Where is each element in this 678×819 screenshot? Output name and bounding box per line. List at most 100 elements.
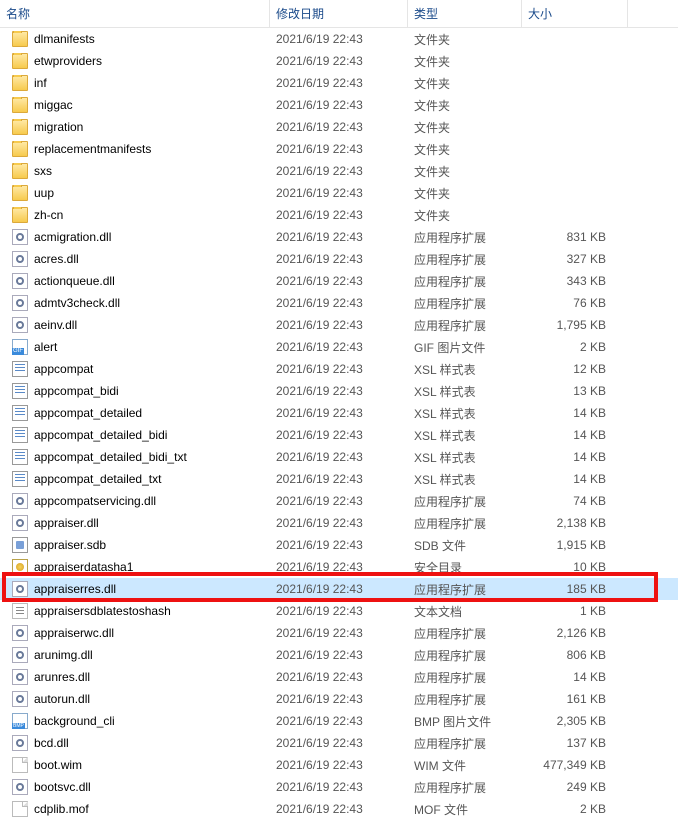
file-date: 2021/6/19 22:43 <box>270 54 408 68</box>
file-row[interactable]: appcompat_detailed2021/6/19 22:43XSL 样式表… <box>0 402 678 424</box>
file-row[interactable]: migration2021/6/19 22:43文件夹 <box>0 116 678 138</box>
file-row[interactable]: replacementmanifests2021/6/19 22:43文件夹 <box>0 138 678 160</box>
sdb-icon <box>12 537 28 553</box>
file-name: appcompat_detailed_bidi <box>34 428 167 442</box>
file-row[interactable]: miggac2021/6/19 22:43文件夹 <box>0 94 678 116</box>
file-type: 应用程序扩展 <box>408 691 522 708</box>
file-size: 806 KB <box>522 648 628 662</box>
folder-icon <box>12 75 28 91</box>
file-row[interactable]: actionqueue.dll2021/6/19 22:43应用程序扩展343 … <box>0 270 678 292</box>
file-type: 文件夹 <box>408 97 522 114</box>
file-type: 应用程序扩展 <box>408 735 522 752</box>
file-row[interactable]: uup2021/6/19 22:43文件夹 <box>0 182 678 204</box>
file-row[interactable]: appcompat_detailed_bidi2021/6/19 22:43XS… <box>0 424 678 446</box>
file-row[interactable]: appcompat2021/6/19 22:43XSL 样式表12 KB <box>0 358 678 380</box>
file-row[interactable]: acmigration.dll2021/6/19 22:43应用程序扩展831 … <box>0 226 678 248</box>
column-header-type[interactable]: 类型 <box>408 0 522 27</box>
file-name: appcompat_detailed_bidi_txt <box>34 450 187 464</box>
dll-icon <box>12 691 28 707</box>
file-row[interactable]: alert2021/6/19 22:43GIF 图片文件2 KB <box>0 336 678 358</box>
file-type: XSL 样式表 <box>408 361 522 378</box>
column-header-size[interactable]: 大小 <box>522 0 628 27</box>
file-date: 2021/6/19 22:43 <box>270 670 408 684</box>
file-row[interactable]: sxs2021/6/19 22:43文件夹 <box>0 160 678 182</box>
file-size: 13 KB <box>522 384 628 398</box>
file-size: 185 KB <box>522 582 628 596</box>
file-type: 文件夹 <box>408 141 522 158</box>
file-row[interactable]: appraiser.dll2021/6/19 22:43应用程序扩展2,138 … <box>0 512 678 534</box>
file-name: appraiserwc.dll <box>34 626 114 640</box>
file-name: acmigration.dll <box>34 230 111 244</box>
xsl-icon <box>12 361 28 377</box>
file-row[interactable]: admtv3check.dll2021/6/19 22:43应用程序扩展76 K… <box>0 292 678 314</box>
file-date: 2021/6/19 22:43 <box>270 450 408 464</box>
file-row[interactable]: appraiserres.dll2021/6/19 22:43应用程序扩展185… <box>0 578 678 600</box>
file-name: appcompat <box>34 362 93 376</box>
folder-icon <box>12 119 28 135</box>
file-type: 文件夹 <box>408 163 522 180</box>
file-row[interactable]: appcompat_bidi2021/6/19 22:43XSL 样式表13 K… <box>0 380 678 402</box>
file-date: 2021/6/19 22:43 <box>270 472 408 486</box>
file-name: appraiser.dll <box>34 516 99 530</box>
file-type: WIM 文件 <box>408 757 522 774</box>
file-row[interactable]: dlmanifests2021/6/19 22:43文件夹 <box>0 28 678 50</box>
file-type: 应用程序扩展 <box>408 493 522 510</box>
file-type: MOF 文件 <box>408 801 522 818</box>
file-row[interactable]: bcd.dll2021/6/19 22:43应用程序扩展137 KB <box>0 732 678 754</box>
dll-icon <box>12 493 28 509</box>
file-type: GIF 图片文件 <box>408 339 522 356</box>
file-row[interactable]: autorun.dll2021/6/19 22:43应用程序扩展161 KB <box>0 688 678 710</box>
file-row[interactable]: cdplib.mof2021/6/19 22:43MOF 文件2 KB <box>0 798 678 819</box>
file-row[interactable]: appcompatservicing.dll 2021/6/19 22:43应用程… <box>0 490 678 512</box>
file-row[interactable]: appraisersdblatestoshash2021/6/19 22:43文… <box>0 600 678 622</box>
file-size: 76 KB <box>522 296 628 310</box>
xsl-icon <box>12 471 28 487</box>
file-row[interactable]: boot.wim2021/6/19 22:43WIM 文件477,349 KB <box>0 754 678 776</box>
file-type: 应用程序扩展 <box>408 669 522 686</box>
file-row[interactable]: appraiserdatasha12021/6/19 22:43安全目录10 K… <box>0 556 678 578</box>
dll-icon <box>12 779 28 795</box>
file-date: 2021/6/19 22:43 <box>270 714 408 728</box>
file-date: 2021/6/19 22:43 <box>270 252 408 266</box>
file-row[interactable]: arunimg.dll2021/6/19 22:43应用程序扩展806 KB <box>0 644 678 666</box>
file-name: bcd.dll <box>34 736 69 750</box>
file-name: appcompatservicing.dll <box>34 494 156 508</box>
file-row[interactable]: zh-cn2021/6/19 22:43文件夹 <box>0 204 678 226</box>
file-row[interactable]: appraiser.sdb2021/6/19 22:43SDB 文件1,915 … <box>0 534 678 556</box>
file-row[interactable]: aeinv.dll2021/6/19 22:43应用程序扩展1,795 KB <box>0 314 678 336</box>
file-size: 14 KB <box>522 450 628 464</box>
file-name: zh-cn <box>34 208 63 222</box>
file-row[interactable]: appraiserwc.dll2021/6/19 22:43应用程序扩展2,12… <box>0 622 678 644</box>
file-row[interactable]: background_cli2021/6/19 22:43BMP 图片文件2,3… <box>0 710 678 732</box>
file-name: appraiserdatasha1 <box>34 560 133 574</box>
file-date: 2021/6/19 22:43 <box>270 362 408 376</box>
folder-icon <box>12 163 28 179</box>
file-type: BMP 图片文件 <box>408 713 522 730</box>
file-size: 14 KB <box>522 472 628 486</box>
file-type: 文件夹 <box>408 119 522 136</box>
file-row[interactable]: bootsvc.dll2021/6/19 22:43应用程序扩展249 KB <box>0 776 678 798</box>
file-date: 2021/6/19 22:43 <box>270 494 408 508</box>
column-header-name[interactable]: 名称 <box>0 0 270 27</box>
file-row[interactable]: appcompat_detailed_bidi_txt 2021/6/19 22:… <box>0 446 678 468</box>
file-explorer-details-view: 名称 修改日期 类型 大小 dlmanifests2021/6/19 22:43… <box>0 0 678 819</box>
file-row[interactable]: etwproviders2021/6/19 22:43文件夹 <box>0 50 678 72</box>
file-size: 1,795 KB <box>522 318 628 332</box>
file-row[interactable]: acres.dll2021/6/19 22:43应用程序扩展327 KB <box>0 248 678 270</box>
file-name: arunres.dll <box>34 670 90 684</box>
file-date: 2021/6/19 22:43 <box>270 626 408 640</box>
dll-icon <box>12 647 28 663</box>
column-header-date[interactable]: 修改日期 <box>270 0 408 27</box>
file-type: 应用程序扩展 <box>408 515 522 532</box>
file-row[interactable]: appcompat_detailed_txt2021/6/19 22:43XSL… <box>0 468 678 490</box>
folder-icon <box>12 141 28 157</box>
file-type: 应用程序扩展 <box>408 581 522 598</box>
file-date: 2021/6/19 22:43 <box>270 296 408 310</box>
dll-icon <box>12 295 28 311</box>
file-row[interactable]: inf2021/6/19 22:43文件夹 <box>0 72 678 94</box>
file-date: 2021/6/19 22:43 <box>270 164 408 178</box>
file-date: 2021/6/19 22:43 <box>270 780 408 794</box>
file-date: 2021/6/19 22:43 <box>270 230 408 244</box>
file-name: arunimg.dll <box>34 648 93 662</box>
file-row[interactable]: arunres.dll2021/6/19 22:43应用程序扩展14 KB <box>0 666 678 688</box>
